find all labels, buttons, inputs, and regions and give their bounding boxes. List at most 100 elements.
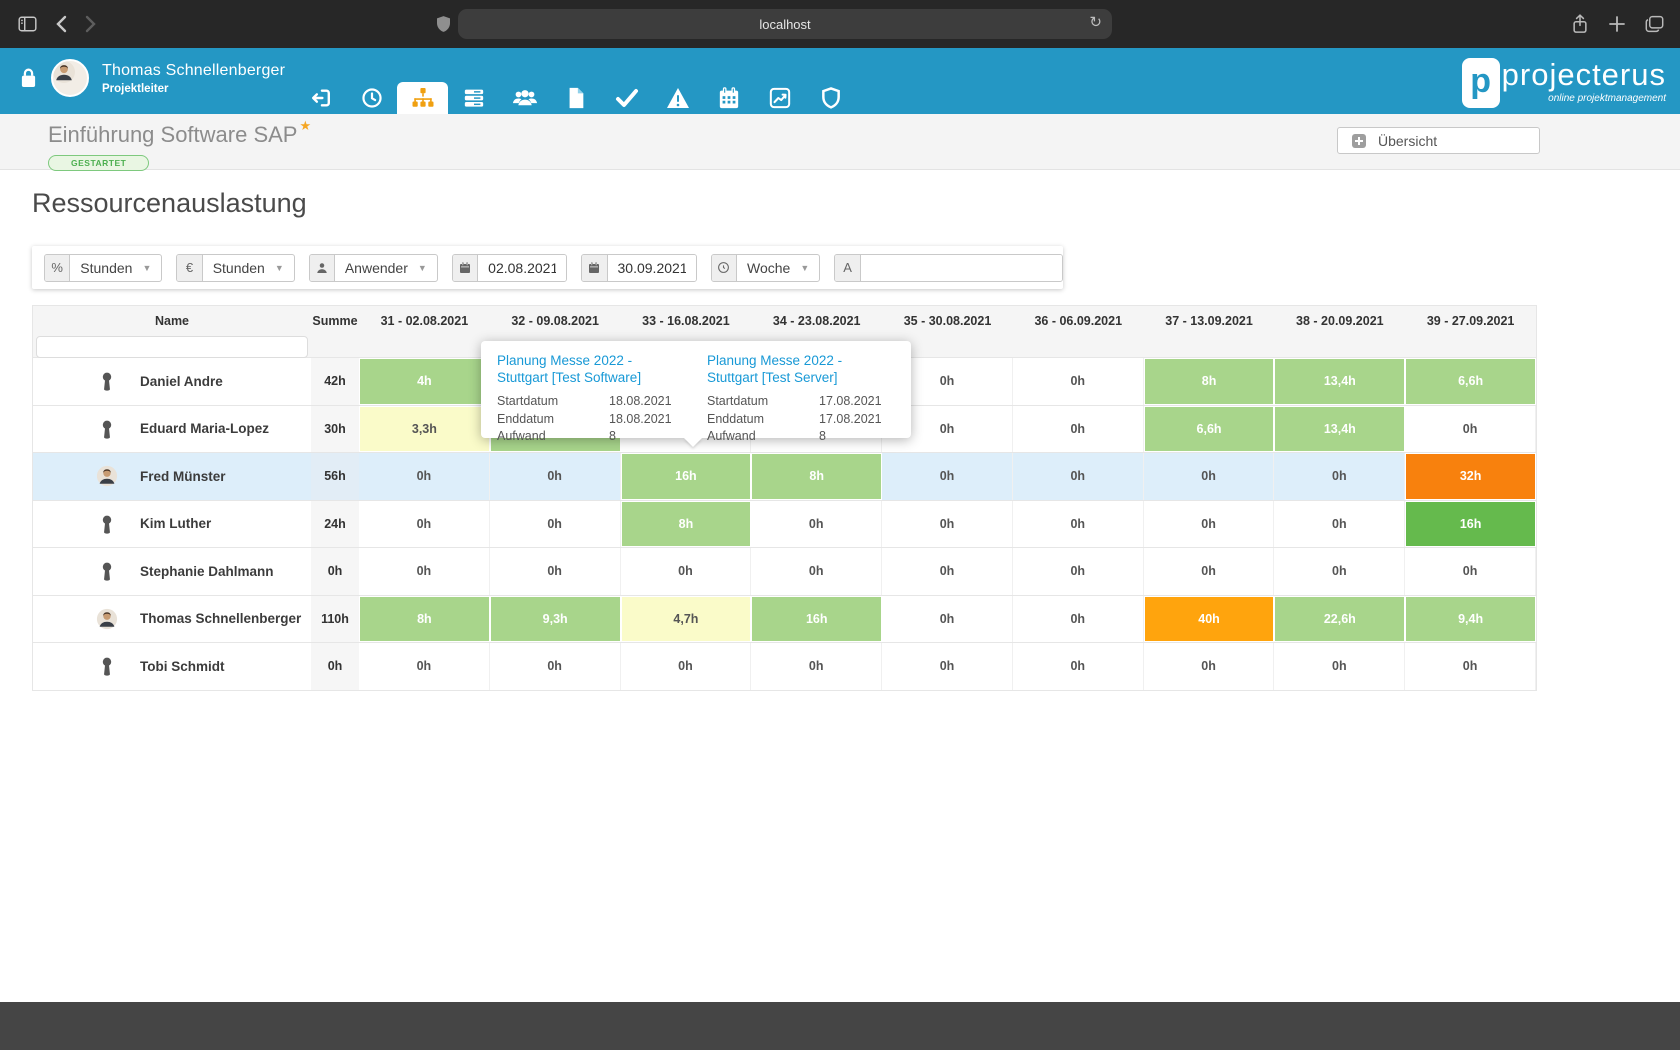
workload-cell[interactable]: 0h [1274, 453, 1405, 500]
table-row[interactable]: Thomas Schnellenberger110h8h9,3h4,7h16h0… [33, 595, 1536, 643]
favorite-star-icon[interactable]: ★ [299, 118, 311, 133]
nav-item-check[interactable] [601, 82, 652, 114]
workload-cell[interactable]: 3,3h [359, 406, 490, 453]
tooltip-task-link[interactable]: Planung Messe 2022 - Stuttgart [Test Sof… [497, 353, 685, 387]
workload-cell[interactable]: 0h [621, 548, 752, 595]
workload-cell[interactable]: 0h [1013, 501, 1144, 548]
unit-euro-dropdown[interactable]: € Stunden▼ [176, 254, 294, 282]
workload-cell[interactable]: 0h [1144, 548, 1275, 595]
workload-cell[interactable]: 8h [751, 453, 882, 500]
avatar[interactable] [51, 59, 89, 97]
workload-cell[interactable]: 9,4h [1405, 596, 1536, 643]
workload-cell[interactable]: 0h [359, 453, 490, 500]
overview-button[interactable]: Übersicht [1337, 127, 1540, 154]
workload-cell[interactable]: 0h [882, 501, 1013, 548]
workload-cell[interactable]: 0h [882, 453, 1013, 500]
workload-cell[interactable]: 16h [751, 596, 882, 643]
workload-cell[interactable]: 0h [882, 548, 1013, 595]
nav-item-server[interactable] [448, 82, 499, 114]
table-row[interactable]: Fred Münster56h0h0h16h8h0h0h0h0h32h [33, 452, 1536, 500]
workload-cell[interactable]: 0h [1013, 358, 1144, 405]
nav-item-shield[interactable] [805, 82, 856, 114]
nav-item-calendar[interactable] [703, 82, 754, 114]
workload-cell[interactable]: 0h [1013, 548, 1144, 595]
workload-cell[interactable]: 0h [882, 643, 1013, 690]
nav-item-users[interactable] [499, 82, 550, 114]
resource-name-cell[interactable]: Thomas Schnellenberger [33, 596, 311, 643]
lock-icon[interactable] [20, 67, 37, 89]
nav-item-warning[interactable] [652, 82, 703, 114]
resource-name-cell[interactable]: Kim Luther [33, 501, 311, 548]
workload-cell[interactable]: 13,4h [1274, 406, 1405, 453]
workload-cell[interactable]: 0h [1013, 453, 1144, 500]
tooltip-task-link[interactable]: Planung Messe 2022 - Stuttgart [Test Ser… [707, 353, 895, 387]
workload-cell[interactable]: 0h [359, 643, 490, 690]
name-search-input[interactable] [36, 336, 308, 358]
text-search-input[interactable] [861, 255, 1062, 281]
workload-cell[interactable]: 0h [1144, 453, 1275, 500]
workload-cell[interactable]: 0h [751, 643, 882, 690]
workload-cell[interactable]: 0h [751, 548, 882, 595]
workload-cell[interactable]: 0h [1013, 643, 1144, 690]
workload-cell[interactable]: 0h [1144, 501, 1275, 548]
workload-cell[interactable]: 32h [1405, 453, 1536, 500]
tab-overview-icon[interactable] [1645, 15, 1664, 33]
date-from-input[interactable] [478, 255, 566, 281]
workload-cell[interactable]: 0h [621, 643, 752, 690]
table-row[interactable]: Stephanie Dahlmann0h0h0h0h0h0h0h0h0h0h [33, 547, 1536, 595]
address-bar[interactable]: localhost ↻ [458, 9, 1112, 39]
workload-cell[interactable]: 8h [359, 596, 490, 643]
resource-name-cell[interactable]: Fred Münster [33, 453, 311, 500]
nav-item-document[interactable] [550, 82, 601, 114]
workload-cell[interactable]: 0h [490, 453, 621, 500]
workload-cell[interactable]: 9,3h [490, 596, 621, 643]
workload-cell[interactable]: 0h [1013, 406, 1144, 453]
workload-cell[interactable]: 8h [1144, 358, 1275, 405]
workload-cell[interactable]: 0h [1144, 643, 1275, 690]
workload-cell[interactable]: 0h [490, 643, 621, 690]
workload-cell[interactable]: 0h [1274, 501, 1405, 548]
nav-item-chart[interactable] [754, 82, 805, 114]
resource-name-cell[interactable]: Daniel Andre [33, 358, 311, 405]
workload-cell[interactable]: 16h [621, 453, 752, 500]
nav-item-clock[interactable] [346, 82, 397, 114]
workload-cell[interactable]: 0h [359, 548, 490, 595]
refresh-icon[interactable]: ↻ [1089, 13, 1102, 31]
share-icon[interactable] [1571, 14, 1589, 34]
table-row[interactable]: Kim Luther24h0h0h8h0h0h0h0h0h16h [33, 500, 1536, 548]
nav-item-sign-out[interactable] [295, 82, 346, 114]
workload-cell[interactable]: 4,7h [621, 596, 752, 643]
unit-percent-dropdown[interactable]: % Stunden▼ [44, 254, 162, 282]
workload-cell[interactable]: 0h [1405, 548, 1536, 595]
workload-cell[interactable]: 0h [751, 501, 882, 548]
workload-cell[interactable]: 0h [882, 596, 1013, 643]
workload-cell[interactable]: 16h [1405, 501, 1536, 548]
resource-name-cell[interactable]: Stephanie Dahlmann [33, 548, 311, 595]
forward-icon[interactable] [85, 15, 97, 33]
table-row[interactable]: Tobi Schmidt0h0h0h0h0h0h0h0h0h0h [33, 642, 1536, 690]
workload-cell[interactable]: 0h [1013, 596, 1144, 643]
workload-cell[interactable]: 8h [621, 501, 752, 548]
workload-cell[interactable]: 0h [490, 548, 621, 595]
workload-cell[interactable]: 0h [490, 501, 621, 548]
interval-dropdown[interactable]: Woche▼ [711, 254, 821, 282]
workload-cell[interactable]: 0h [359, 501, 490, 548]
resource-name-cell[interactable]: Tobi Schmidt [33, 643, 311, 690]
workload-cell[interactable]: 6,6h [1405, 358, 1536, 405]
workload-cell[interactable]: 4h [359, 358, 490, 405]
workload-cell[interactable]: 6,6h [1144, 406, 1275, 453]
workload-cell[interactable]: 0h [1405, 406, 1536, 453]
workload-cell[interactable]: 0h [1274, 548, 1405, 595]
workload-cell[interactable]: 40h [1144, 596, 1275, 643]
workload-cell[interactable]: 0h [1405, 643, 1536, 690]
user-filter-dropdown[interactable]: Anwender▼ [309, 254, 438, 282]
back-icon[interactable] [55, 15, 67, 33]
workload-cell[interactable]: 22,6h [1274, 596, 1405, 643]
sidebar-toggle-icon[interactable] [18, 16, 37, 32]
workload-cell[interactable]: 0h [1274, 643, 1405, 690]
workload-cell[interactable]: 13,4h [1274, 358, 1405, 405]
new-tab-icon[interactable] [1609, 16, 1625, 32]
resource-name-cell[interactable]: Eduard Maria-Lopez [33, 406, 311, 453]
date-to-input[interactable] [608, 255, 696, 281]
nav-item-org-chart[interactable] [397, 82, 448, 114]
